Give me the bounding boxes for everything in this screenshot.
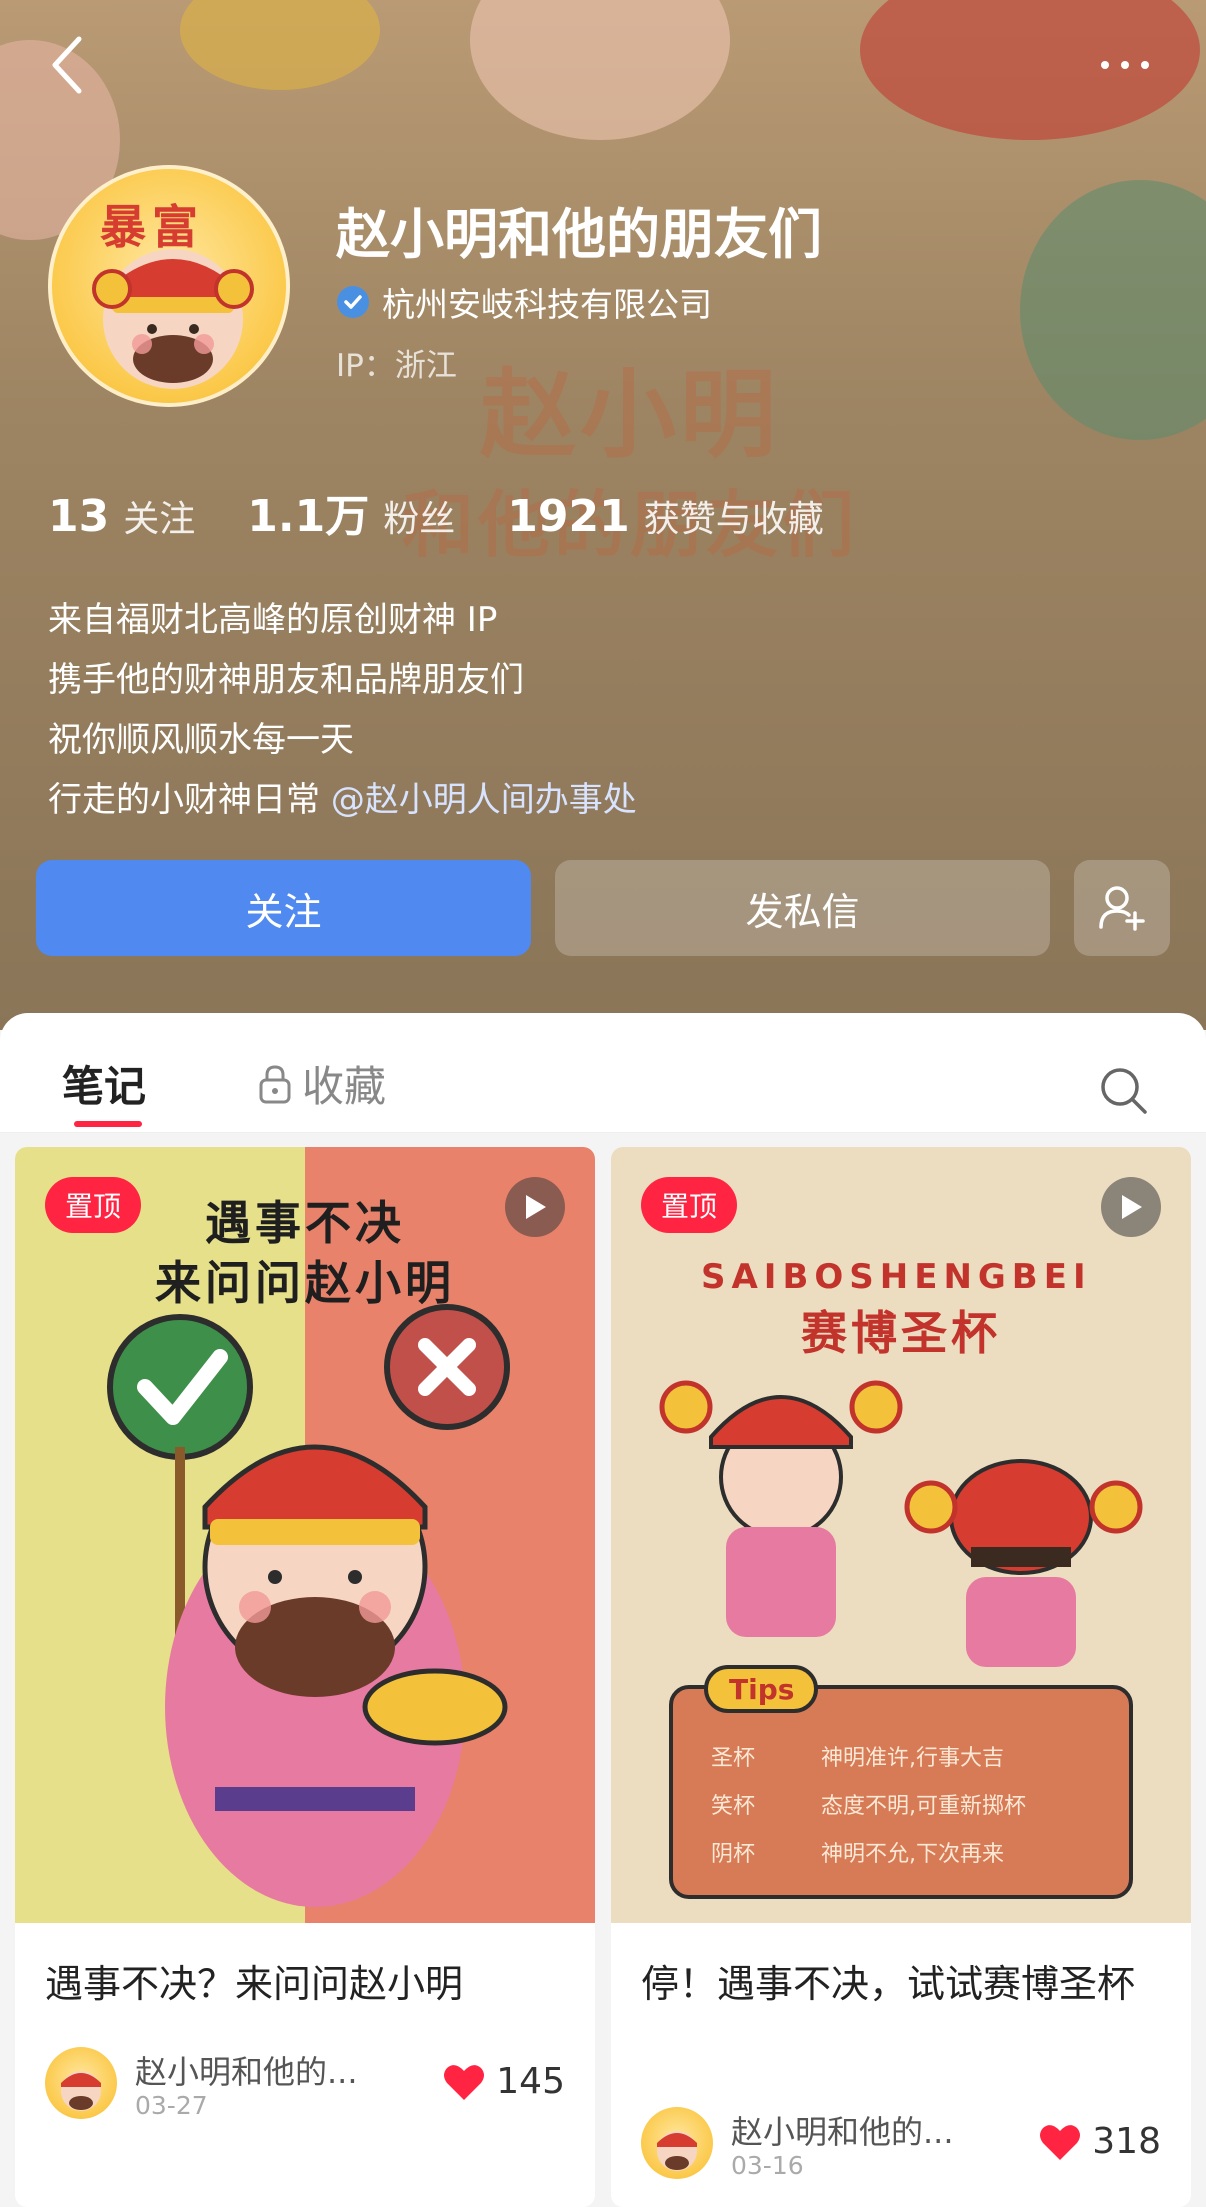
tip-row: 圣杯 神明准许,行事大吉 <box>711 1735 1111 1783</box>
add-user-icon <box>1099 886 1145 931</box>
tab-collect[interactable]: 收藏 <box>258 1053 386 1114</box>
verified-org: 杭州安岐科技有限公司 <box>336 278 712 326</box>
play-icon <box>526 1195 546 1219</box>
heart-icon <box>444 2064 485 2100</box>
bg-decoration <box>1020 180 1206 440</box>
bio-line: 携手他的财神朋友和品牌朋友们 <box>48 660 524 700</box>
stat-likes-collects[interactable]: 1921 获赞与收藏 <box>507 490 823 542</box>
author-avatar[interactable] <box>641 2107 713 2179</box>
video-play-icon <box>505 1177 565 1237</box>
tab-collect-label: 收藏 <box>302 1062 387 1111</box>
note-meta: 赵小明和他的... 03-16 318 <box>641 2107 1161 2183</box>
note-cover[interactable]: SAIBOSHENGBEI 赛博圣杯 Tips 圣杯 神明准许,行事大吉 笑杯 … <box>611 1147 1191 1923</box>
note-meta: 赵小明和他的... 03-27 145 <box>45 2047 565 2123</box>
chevron-left-icon <box>52 36 82 94</box>
stat-likes-label: 获赞与收藏 <box>643 499 824 540</box>
profile-name: 赵小明和他的朋友们 <box>336 203 822 266</box>
bio-line: 行走的小财神日常 @赵小明人间办事处 <box>48 770 637 830</box>
bg-decoration <box>180 0 380 90</box>
like-count: 318 <box>1092 2121 1161 2162</box>
note-date: 03-27 <box>135 2091 208 2120</box>
verified-check-icon <box>337 286 369 318</box>
tip-desc: 神明准许,行事大吉 <box>821 1746 1005 1771</box>
stat-following[interactable]: 13 关注 <box>48 490 195 542</box>
stat-likes-value: 1921 <box>507 491 630 542</box>
cover-text-line2: 来问问赵小明 <box>155 1256 455 1310</box>
profile-actions: 关注 发私信 <box>36 860 1170 956</box>
bio-mention-link[interactable]: @赵小明人间办事处 <box>331 780 637 820</box>
stat-following-label: 关注 <box>123 499 196 540</box>
tip-desc: 神明不允,下次再来 <box>821 1842 1005 1867</box>
like-button[interactable]: 318 <box>1038 2121 1161 2162</box>
notes-grid: 遇事不决 来问问赵小明 置顶 遇事不决？来问问赵小明 赵小明和他的... 03-… <box>0 1133 1206 2207</box>
more-dots-icon <box>1101 61 1149 69</box>
stat-followers-value: 1.1万 <box>247 491 370 542</box>
message-button[interactable]: 发私信 <box>555 860 1050 956</box>
avatar-badge-text: 暴富 <box>100 200 204 254</box>
pinned-badge: 置顶 <box>45 1177 141 1233</box>
author-avatar[interactable] <box>45 2047 117 2119</box>
note-date: 03-16 <box>731 2151 804 2180</box>
cover-text-line1: 遇事不决 <box>205 1196 405 1250</box>
profile-bio: 来自福财北高峰的原创财神 IP 携手他的财神朋友和品牌朋友们 祝你顺风顺水每一天… <box>48 590 637 830</box>
note-card[interactable]: 遇事不决 来问问赵小明 置顶 遇事不决？来问问赵小明 赵小明和他的... 03-… <box>15 1147 595 2207</box>
bio-line-text: 行走的小财神日常 <box>48 780 331 820</box>
heart-icon <box>1040 2124 1081 2160</box>
tab-active-indicator <box>74 1121 142 1127</box>
note-title[interactable]: 遇事不决？来问问赵小明 <box>45 1953 565 2015</box>
search-button[interactable] <box>1098 1065 1150 1121</box>
add-friend-button[interactable] <box>1074 860 1170 956</box>
note-cover[interactable]: 遇事不决 来问问赵小明 置顶 <box>15 1147 595 1923</box>
tab-notes[interactable]: 笔记 <box>62 1053 146 1114</box>
tip-desc: 态度不明,可重新掷杯 <box>821 1794 1027 1819</box>
cover-arc-text: SAIBOSHENGBEI <box>701 1257 1092 1297</box>
ip-location: IP：浙江 <box>336 348 457 384</box>
lock-icon <box>259 1064 291 1103</box>
caishen-avatar-icon <box>657 2131 697 2171</box>
note-card[interactable]: SAIBOSHENGBEI 赛博圣杯 Tips 圣杯 神明准许,行事大吉 笑杯 … <box>611 1147 1191 2207</box>
stat-followers-label: 粉丝 <box>383 499 456 540</box>
tip-name: 阴杯 <box>711 1842 756 1867</box>
avatar[interactable]: 暴富 <box>48 165 290 407</box>
search-icon <box>1101 1068 1147 1114</box>
stat-following-value: 13 <box>48 491 110 542</box>
video-play-icon <box>1101 1177 1161 1237</box>
tips-label: Tips <box>729 1673 795 1706</box>
note-title[interactable]: 停！遇事不决，试试赛博圣杯 <box>641 1953 1161 2015</box>
pinned-badge: 置顶 <box>641 1177 737 1233</box>
bg-decoration <box>470 0 730 140</box>
like-count: 145 <box>496 2061 565 2102</box>
more-button[interactable] <box>1080 20 1170 110</box>
bio-line: 祝你顺风顺水每一天 <box>48 720 354 760</box>
verified-org-name: 杭州安岐科技有限公司 <box>382 285 712 324</box>
tip-name: 圣杯 <box>711 1746 756 1771</box>
follow-button[interactable]: 关注 <box>36 860 531 956</box>
like-button[interactable]: 145 <box>442 2061 565 2102</box>
author-name[interactable]: 赵小明和他的... <box>135 2047 358 2093</box>
caishen-avatar-icon <box>61 2071 101 2111</box>
profile-header: 赵小明 和他的朋友们 暴富 赵小明和他的朋友们 杭州安岐科技有限公司 IP：浙江… <box>0 0 1206 1030</box>
tip-name: 笑杯 <box>711 1794 756 1819</box>
cover-text-line1: 赛博圣杯 <box>801 1306 1001 1360</box>
back-button[interactable] <box>22 20 112 110</box>
author-name[interactable]: 赵小明和他的... <box>731 2107 954 2153</box>
play-icon <box>1122 1195 1142 1219</box>
tip-row: 笑杯 态度不明,可重新掷杯 <box>711 1783 1111 1831</box>
tips-list: 圣杯 神明准许,行事大吉 笑杯 态度不明,可重新掷杯 阴杯 神明不允,下次再来 <box>711 1735 1111 1879</box>
content-tabs: 笔记 收藏 <box>0 1013 1206 1133</box>
bg-title-art: 赵小明 和他的朋友们 <box>330 360 930 580</box>
stat-followers[interactable]: 1.1万 粉丝 <box>247 480 455 544</box>
profile-stats: 13 关注 1.1万 粉丝 1921 获赞与收藏 <box>48 480 824 544</box>
tip-row: 阴杯 神明不允,下次再来 <box>711 1831 1111 1879</box>
bio-line: 来自福财北高峰的原创财神 IP <box>48 600 498 640</box>
